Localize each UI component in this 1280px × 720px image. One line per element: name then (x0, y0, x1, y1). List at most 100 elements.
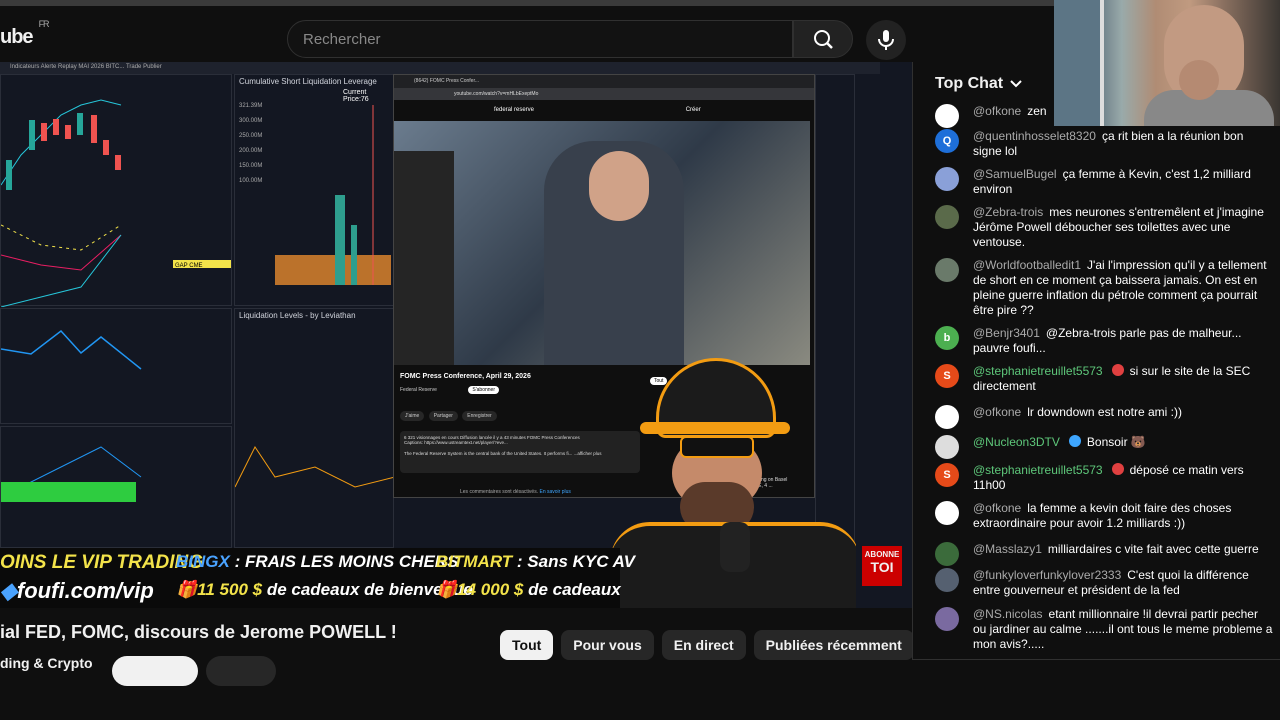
member-badge-icon (1111, 463, 1124, 475)
streamer-overlay (600, 352, 870, 608)
avatar[interactable] (935, 205, 959, 229)
chip-for-you[interactable]: Pour vous (561, 630, 654, 660)
comments-disabled-notice: Les commentaires sont désactivés. En sav… (460, 489, 571, 495)
chat-text: Bonsoir 🐻 (1086, 435, 1146, 449)
bingx-gift: 🎁11 500 $ de cadeaux de bienvenue (176, 580, 473, 599)
chat-message[interactable]: @ofkone la femme a kevin doit faire des c… (935, 501, 1280, 531)
youtube-logo[interactable]: ubeFR (0, 19, 50, 49)
chat-message[interactable]: @Nucleon3DTV Bonsoir 🐻 (935, 435, 1280, 459)
candle-chart-pane: GAP CME (0, 74, 232, 308)
chat-author[interactable]: @ofkone (973, 405, 1021, 419)
embedded-actions: J'aime Partager Enregistrer (400, 411, 500, 421)
speaker-face (589, 151, 649, 221)
chat-author[interactable]: @stephanietreuillet5573 (973, 463, 1103, 477)
search-icon (814, 30, 833, 49)
chat-message[interactable]: S @stephanietreuillet5573 déposé ce matin … (935, 463, 1280, 493)
mic-icon (878, 30, 894, 50)
video-title: ial FED, FOMC, discours de Jerome POWELL… (0, 622, 397, 642)
liquidation-levels-pane: Liquidation Levels - by Leviathan (234, 308, 395, 548)
chat-author[interactable]: @Zebra-trois (973, 205, 1043, 219)
save-button[interactable]: Enregistrer (462, 411, 497, 421)
avatar[interactable] (935, 542, 959, 566)
avatar[interactable]: S (935, 364, 959, 388)
chat-author[interactable]: @NS.nicolas (973, 607, 1043, 621)
bitmart-gift: 🎁14 000 $ de cadeaux (436, 580, 621, 599)
browser-url-bar[interactable]: youtube.com/watch?v=mHLbExeptMo (394, 88, 814, 100)
gift-icon: 🎁 (176, 580, 198, 599)
search-button[interactable] (793, 20, 853, 58)
drawing-tools-sidebar[interactable] (856, 74, 880, 608)
channel-name[interactable]: ding & Crypto (0, 655, 93, 671)
promo-banner: OINS LE VIP TRADING BINGX : FRAIS LES MO… (0, 548, 635, 608)
fomc-video-frame[interactable] (394, 121, 810, 365)
avatar[interactable]: b (935, 326, 959, 350)
embedded-youtube-search[interactable]: federal reserve Créer (394, 100, 814, 121)
webcam-hand (1179, 60, 1219, 100)
embedded-subscribe-button[interactable]: S'abonner (468, 386, 499, 394)
create-button[interactable]: Créer (686, 107, 701, 113)
oscillator-pane (0, 308, 232, 424)
vip-trading-text: OINS LE VIP TRADING (0, 552, 204, 573)
avatar[interactable] (935, 568, 959, 592)
embedded-channel: Federal Reserve S'abonner (400, 386, 499, 394)
share-button[interactable]: Partager (428, 411, 458, 421)
avatar[interactable]: Q (935, 129, 959, 153)
chat-author[interactable]: @Nucleon3DTV (973, 435, 1060, 449)
avatar[interactable] (935, 167, 959, 191)
chat-message[interactable]: @SamuelBugel ça femme à Kevin, c'est 1,2 … (935, 167, 1280, 197)
sunglasses (680, 436, 754, 458)
avatar[interactable] (935, 258, 959, 282)
chip-recent[interactable]: Publiées récemment (753, 630, 914, 660)
microphone (720, 522, 750, 572)
chip-live[interactable]: En direct (661, 630, 746, 660)
volume-pane (0, 426, 232, 548)
like-button[interactable] (206, 656, 276, 686)
chat-message[interactable]: @Worldfootballedit1 J'ai l'impression qu'… (935, 258, 1280, 318)
video-player[interactable]: Indicateurs Alerte Replay MAI 2026 BITC.… (0, 62, 912, 608)
chip-all[interactable]: Tout (500, 630, 554, 660)
chat-author[interactable]: @Benjr3401 (973, 326, 1040, 340)
chat-author[interactable]: @ofkone (973, 104, 1021, 118)
chat-author[interactable]: @quentinhosselet8320 (973, 129, 1096, 143)
chat-message[interactable]: Q @quentinhosselet8320 ça rit bien a la ré… (935, 129, 1280, 159)
subscribe-button[interactable] (112, 656, 198, 686)
chat-author[interactable]: @stephanietreuillet5573 (973, 364, 1103, 378)
chat-author[interactable]: @ofkone (973, 501, 1021, 515)
diamond-icon: ◆ (0, 578, 17, 603)
avatar[interactable]: S (935, 463, 959, 487)
like-button[interactable]: J'aime (400, 411, 425, 421)
candle-chart: GAP CME (0, 99, 231, 308)
chat-message[interactable]: @Zebra-trois mes neurones s'entremêlent e… (935, 205, 1280, 250)
chat-author[interactable]: @funkyloverfunkylover2333 (973, 568, 1121, 582)
avatar[interactable] (935, 607, 959, 631)
search-input[interactable]: Rechercher (287, 20, 793, 58)
voice-search-button[interactable] (866, 20, 906, 60)
avatar[interactable] (935, 104, 959, 128)
chat-message[interactable]: S @stephanietreuillet5573 si sur le site d… (935, 364, 1280, 394)
chat-message[interactable]: @Masslazy1 milliardaires c vite fait avec… (935, 542, 1280, 566)
avatar[interactable] (935, 501, 959, 525)
chat-mode-selector[interactable]: Top Chat (935, 75, 1023, 93)
chat-message[interactable]: b @Benjr3401 @Zebra-trois parle pas de mal… (935, 326, 1280, 356)
chat-author[interactable]: @Worldfootballedit1 (973, 258, 1081, 272)
chat-text: lr downdown est notre ami :)) (1027, 405, 1182, 419)
bitmart-promo: BITMART : Sans KYC AV (436, 552, 635, 571)
member-badge-icon (1068, 435, 1081, 447)
chat-author[interactable]: @SamuelBugel (973, 167, 1057, 181)
chat-message[interactable]: @ofkone lr downdown est notre ami :)) (935, 405, 1280, 429)
chat-author[interactable]: @Masslazy1 (973, 542, 1042, 556)
gap-cme-label: GAP CME (175, 263, 203, 269)
browser-tab[interactable]: (8642) FOMC Press Confer... (394, 75, 814, 88)
avatar[interactable] (935, 435, 959, 459)
related-filter-chips: Tout Pour vous En direct Publiées récemm… (500, 630, 914, 660)
gift-icon: 🎁 (436, 580, 458, 599)
live-chat-panel: Top Chat @ofkone zen Q @quentinhosselet8320… (912, 62, 1280, 660)
chat-message[interactable]: @funkyloverfunkylover2333 C'est quoi la d… (935, 568, 1280, 598)
bingx-promo: BINGX : FRAIS LES MOINS CHERS (176, 552, 459, 571)
chevron-down-icon (1010, 80, 1022, 88)
chat-text: zen (1027, 104, 1047, 118)
chat-message[interactable]: @NS.nicolas etant millionnaire !il devrai… (935, 607, 1280, 652)
chat-text: milliardaires c vite fait avec cette gue… (1047, 542, 1259, 556)
vip-url: ◆foufi.com/vip (0, 578, 154, 603)
avatar[interactable] (935, 405, 959, 429)
